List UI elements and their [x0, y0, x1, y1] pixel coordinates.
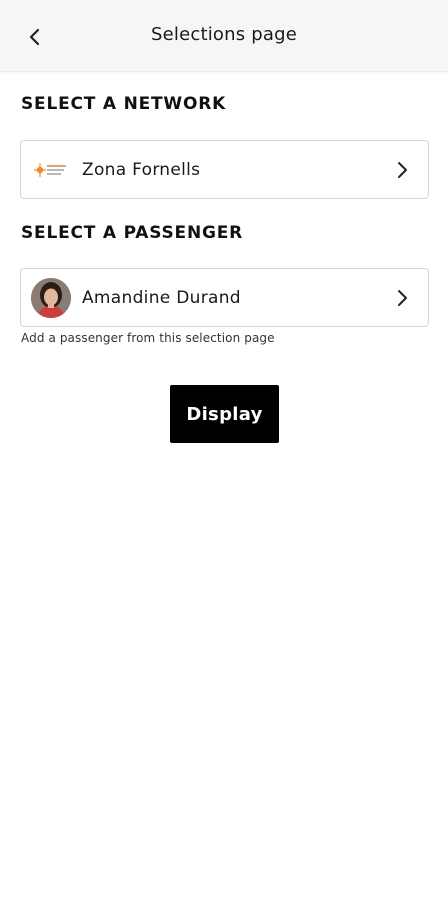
chevron-right-icon	[390, 158, 414, 182]
passenger-section-title: SELECT A PASSENGER	[21, 223, 244, 243]
passenger-helper-text: Add a passenger from this selection page	[21, 331, 275, 345]
selected-passenger-name: Amandine Durand	[82, 287, 241, 308]
chevron-right-icon	[390, 286, 414, 310]
selected-network-name: Zona Fornells	[82, 159, 201, 180]
passenger-avatar	[31, 277, 71, 318]
display-button[interactable]: Display	[170, 385, 279, 443]
network-selector[interactable]: Zona Fornells	[20, 140, 429, 199]
app-bar: Selections page	[0, 0, 448, 72]
passenger-selector[interactable]: Amandine Durand	[20, 268, 429, 327]
page-title: Selections page	[150, 24, 297, 45]
network-logo-icon	[31, 150, 71, 190]
network-section-title: SELECT A NETWORK	[21, 94, 227, 114]
